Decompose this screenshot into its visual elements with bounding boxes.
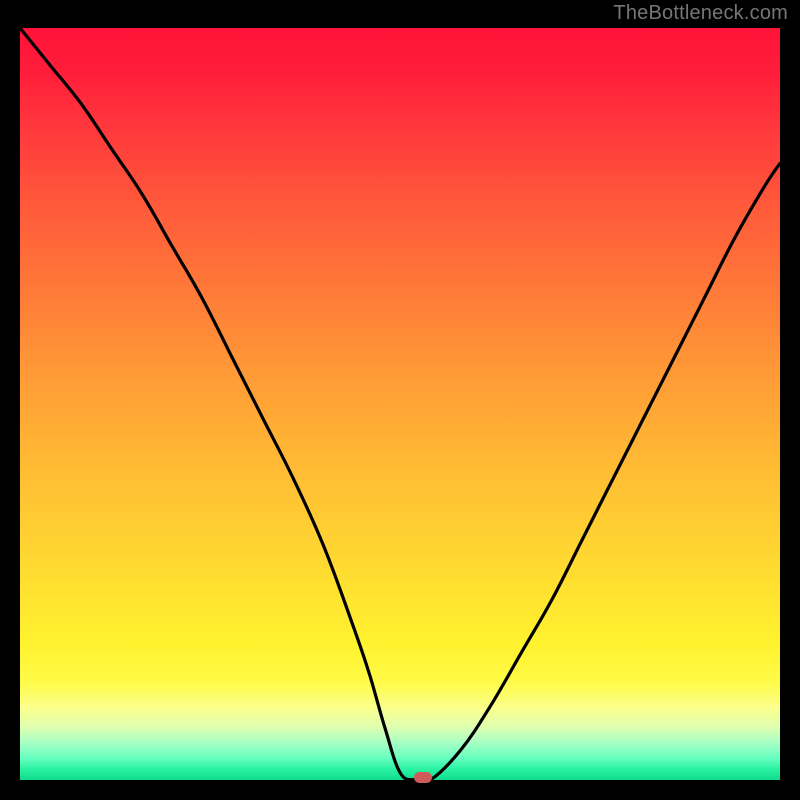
optimum-marker (414, 772, 432, 783)
chart-frame: TheBottleneck.com (0, 0, 800, 800)
plot-area (20, 28, 780, 780)
watermark-label: TheBottleneck.com (613, 2, 788, 25)
bottleneck-curve (20, 28, 780, 782)
